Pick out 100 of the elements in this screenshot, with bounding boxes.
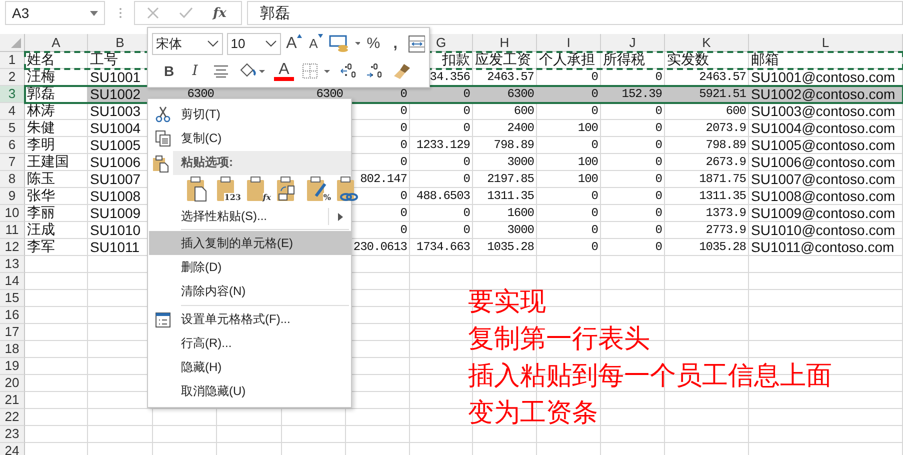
increase-font-button[interactable]: A [284, 34, 303, 54]
table-cell-text: 5921.51 [698, 86, 747, 102]
table-cell-text: 6300 [506, 86, 535, 102]
font-size-select[interactable]: 10 [226, 32, 281, 55]
row-header[interactable]: 14 [0, 273, 25, 290]
table-cell-text: SU1003 [89, 103, 142, 119]
table-cell-text: SU1005@contoso.com [750, 137, 896, 153]
row-header[interactable]: 20 [0, 375, 25, 392]
table-cell-text: SU1007@contoso.com [750, 171, 896, 187]
column-header[interactable]: I [537, 34, 601, 51]
annotation-text: 变为工资条 [468, 396, 599, 429]
table-cell-text: 230.0613 [352, 239, 408, 255]
row-header[interactable]: 2 [0, 69, 25, 86]
table-cell-text: 2463.57 [486, 69, 535, 85]
table-cell-text: 0 [654, 103, 663, 119]
column-header[interactable]: J [601, 34, 665, 51]
paintbrush-icon[interactable] [392, 62, 412, 80]
row-header[interactable]: 7 [0, 154, 25, 171]
table-cell-text: 应发工资 [474, 52, 532, 68]
table-cell-text: 实发数 [666, 52, 710, 68]
borders-icon[interactable] [302, 62, 332, 80]
table-cell-text: SU1003@contoso.com [750, 103, 896, 119]
column-header[interactable]: H [473, 34, 537, 51]
row-header[interactable]: 9 [0, 188, 25, 205]
row-header[interactable]: 1 [0, 52, 25, 69]
table-cell-text: 488.6503 [415, 188, 471, 204]
table-cell-text: SU1001 [89, 69, 142, 85]
insert-function-button[interactable]: fx [213, 6, 226, 20]
table-cell-text: 3000 [506, 222, 535, 238]
column-header[interactable]: A [25, 34, 88, 51]
table-cell-text: SU1004@contoso.com [750, 120, 896, 136]
table-cell-text: 0 [590, 69, 599, 85]
font-select[interactable]: 宋体 [152, 32, 223, 55]
italic-button[interactable]: I [186, 61, 204, 82]
table-cell-text: SU1009 [89, 205, 142, 221]
column-header[interactable]: L [749, 34, 903, 51]
row-header[interactable]: 10 [0, 205, 25, 222]
table-cell-text: 0 [654, 69, 663, 85]
submenu-arrow-icon [338, 212, 343, 221]
increase-decimal-icon[interactable] [340, 62, 358, 80]
table-cell-text: 0 [590, 103, 599, 119]
formula-field[interactable]: 郭磊 [247, 1, 903, 25]
row-header[interactable]: 23 [0, 426, 25, 443]
menu-item[interactable]: 行高(R)... [149, 331, 351, 356]
table-cell-text: 王建国 [26, 154, 70, 170]
decrease-font-button[interactable]: A [306, 34, 325, 54]
check-icon[interactable] [179, 7, 193, 19]
table-cell-text: SU1010 [89, 222, 142, 238]
paste-button[interactable] [186, 176, 208, 202]
row-header[interactable]: 12 [0, 239, 25, 256]
row-header[interactable]: 16 [0, 307, 25, 324]
menu-item[interactable]: 取消隐藏(U) [149, 380, 351, 404]
row-header[interactable]: 8 [0, 171, 25, 188]
table-cell-text: 0 [462, 222, 471, 238]
row-header[interactable]: 21 [0, 392, 25, 409]
menu-item[interactable]: 复制(C) [149, 126, 351, 151]
row-header[interactable]: 22 [0, 409, 25, 426]
row-header[interactable]: 15 [0, 290, 25, 307]
name-box[interactable]: A3 [5, 1, 105, 25]
bold-button[interactable]: B [160, 61, 178, 82]
table-cell-text: 0 [399, 188, 408, 204]
row-header[interactable]: 17 [0, 324, 25, 341]
menu-item[interactable]: 剪切(T) [149, 102, 351, 126]
table-cell-text: 2463.57 [698, 69, 747, 85]
row-header[interactable]: 13 [0, 256, 25, 273]
table-cell-text: 0 [399, 86, 408, 102]
merge-cells-icon[interactable] [408, 34, 425, 53]
table-cell-text: 林涛 [26, 103, 56, 119]
row-header[interactable]: 5 [0, 120, 25, 137]
comma-button[interactable]: , [386, 34, 404, 54]
table-cell-text: 汪梅 [26, 69, 56, 85]
font-color-button[interactable]: A [274, 61, 294, 82]
menu-item[interactable]: 删除(D) [149, 255, 351, 280]
row-header[interactable]: 19 [0, 358, 25, 375]
decrease-decimal-icon[interactable] [366, 62, 384, 80]
table-cell-text: 汪成 [26, 222, 56, 238]
column-header[interactable]: K [665, 34, 749, 51]
table-cell-text: SU1006 [89, 154, 142, 170]
menu-item[interactable]: 清除内容(N) [149, 280, 351, 304]
row-header[interactable]: 3 [0, 86, 25, 103]
row-header[interactable]: 4 [0, 103, 25, 120]
coins-icon[interactable] [328, 34, 360, 54]
row-header[interactable]: 11 [0, 222, 25, 239]
row-header[interactable]: 24 [0, 443, 25, 455]
table-cell-text: 0 [399, 137, 408, 153]
menu-item[interactable]: 隐藏(H) [149, 355, 351, 380]
table-cell-text: SU1001@contoso.com [750, 69, 896, 85]
paste-link-button[interactable] [336, 176, 358, 202]
table-cell-text: 0 [654, 154, 663, 170]
table-cell-text: 600 [724, 103, 747, 119]
percent-button[interactable]: % [364, 34, 382, 54]
align-center-icon[interactable] [212, 64, 230, 78]
row-header[interactable]: 6 [0, 137, 25, 154]
table-cell-text: 1311.35 [486, 188, 535, 204]
table-cell-text: 3000 [506, 154, 535, 170]
menu-item[interactable]: 设置单元格格式(F)... [149, 306, 351, 332]
menu-item[interactable]: 插入复制的单元格(E) [149, 231, 351, 256]
menu-item[interactable]: 选择性粘贴(S)... [149, 204, 351, 228]
row-header[interactable]: 18 [0, 341, 25, 358]
table-cell-text: SU1007 [89, 171, 142, 187]
